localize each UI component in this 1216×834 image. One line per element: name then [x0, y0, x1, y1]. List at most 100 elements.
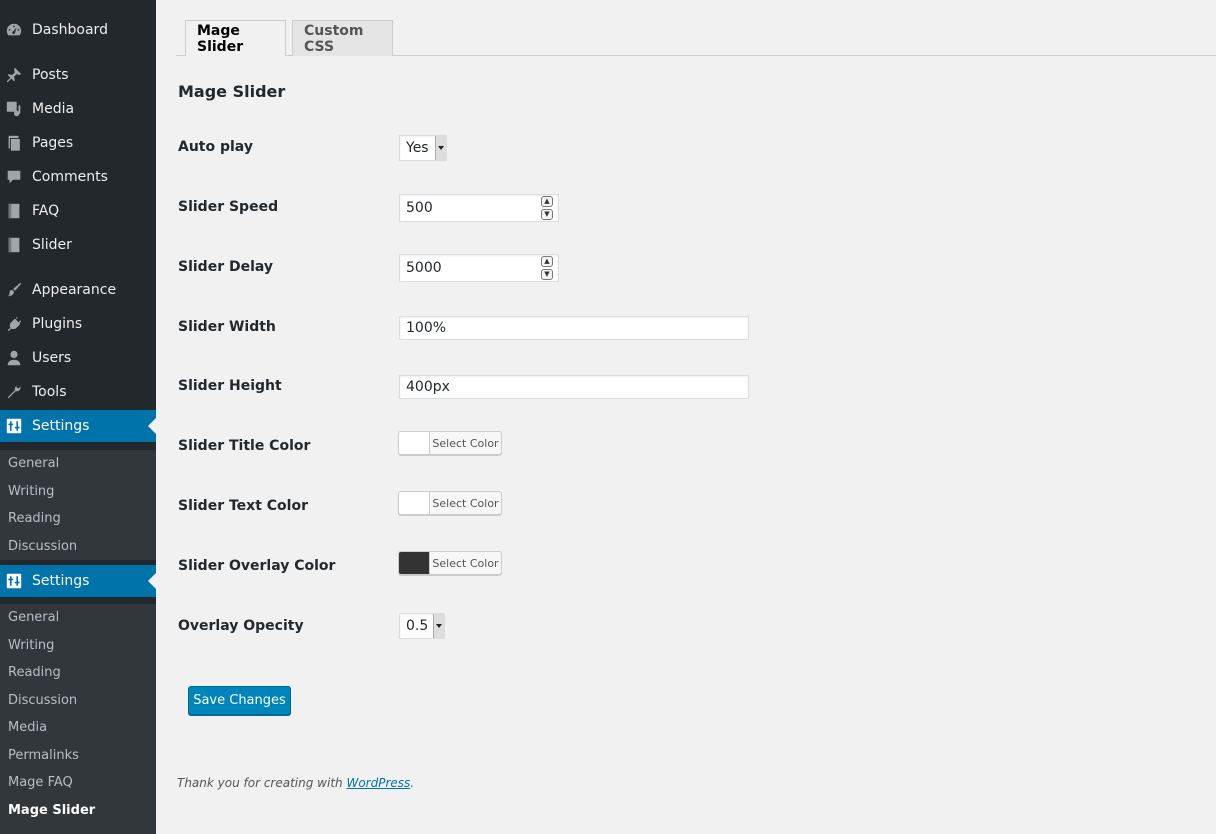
- pin-icon: [4, 65, 24, 85]
- select-color-label: Select Color: [432, 436, 499, 450]
- sidebar-item-slider[interactable]: Slider: [0, 228, 156, 262]
- media-icon: [4, 99, 24, 119]
- wordpress-link[interactable]: WordPress: [346, 776, 410, 790]
- sidebar-item-appearance[interactable]: Appearance: [0, 273, 156, 307]
- sidebar-item-tools[interactable]: Tools: [0, 375, 156, 409]
- sidebar-item-label: Slider: [32, 237, 72, 253]
- dropdown-arrow-icon: [433, 614, 444, 638]
- overlay-opacity-value: 0.5: [406, 618, 429, 634]
- admin-sidebar: Dashboard Posts Media Pages Comments FAQ: [0, 0, 156, 834]
- title-color-label: Slider Title Color: [178, 438, 311, 454]
- save-changes-button[interactable]: Save Changes: [188, 686, 291, 715]
- spin-up-icon[interactable]: ▲: [541, 256, 553, 267]
- auto-play-label: Auto play: [178, 139, 253, 155]
- submenu-writing[interactable]: Writing: [0, 478, 156, 506]
- text-color-label: Slider Text Color: [178, 498, 308, 514]
- submenu-reading[interactable]: Reading: [0, 659, 156, 687]
- overlay-opacity-select[interactable]: 0.5: [399, 613, 445, 639]
- settings-submenu: General Writing Reading Discussion: [0, 450, 156, 560]
- spin-up-icon[interactable]: ▲: [541, 196, 553, 207]
- slider-height-input[interactable]: 400px: [399, 375, 749, 399]
- sidebar-item-label: Comments: [32, 169, 108, 185]
- sidebar-item-label: Settings: [32, 573, 90, 589]
- brush-icon: [4, 280, 24, 300]
- overlay-color-swatch: [399, 552, 430, 574]
- sidebar-item-label: Media: [32, 101, 75, 117]
- spin-down-icon[interactable]: ▼: [541, 209, 553, 220]
- submenu-general[interactable]: General: [0, 604, 156, 632]
- tab-mage-slider[interactable]: Mage Slider: [185, 20, 286, 56]
- comment-icon: [4, 167, 24, 187]
- slider-width-input[interactable]: 100%: [399, 316, 749, 340]
- overlay-color-button[interactable]: Select Color: [398, 551, 502, 575]
- settings-submenu-2: General Writing Reading Discussion Media…: [0, 604, 156, 834]
- sidebar-item-label: Users: [32, 350, 72, 366]
- slider-speed-label: Slider Speed: [178, 199, 279, 215]
- footer-suffix: .: [410, 776, 415, 790]
- submenu-media[interactable]: Media: [0, 714, 156, 742]
- select-color-label: Select Color: [432, 496, 499, 510]
- submenu-general[interactable]: General: [0, 450, 156, 478]
- dropdown-arrow-icon: [435, 136, 446, 160]
- auto-play-value: Yes: [406, 140, 429, 156]
- submenu-discussion[interactable]: Discussion: [0, 687, 156, 715]
- sidebar-item-posts[interactable]: Posts: [0, 58, 156, 92]
- overlay-opacity-label: Overlay Opecity: [178, 618, 304, 634]
- sidebar-item-media[interactable]: Media: [0, 92, 156, 126]
- submenu-permalinks[interactable]: Permalinks: [0, 742, 156, 770]
- sidebar-item-users[interactable]: Users: [0, 341, 156, 375]
- sidebar-item-settings[interactable]: Settings: [0, 410, 156, 442]
- dashboard-icon: [4, 20, 24, 40]
- user-icon: [4, 348, 24, 368]
- title-color-button[interactable]: Select Color: [398, 431, 502, 455]
- sidebar-item-label: Pages: [32, 135, 74, 151]
- wrench-icon: [4, 382, 24, 402]
- slider-width-value: 100%: [406, 320, 447, 336]
- settings-icon: [4, 416, 24, 436]
- submenu-reading[interactable]: Reading: [0, 505, 156, 533]
- sidebar-item-label: Posts: [32, 67, 69, 83]
- submenu-mage-faq[interactable]: Mage FAQ: [0, 769, 156, 797]
- sidebar-item-label: Tools: [32, 384, 67, 400]
- spin-down-icon[interactable]: ▼: [541, 269, 553, 280]
- submenu-writing[interactable]: Writing: [0, 632, 156, 660]
- slider-delay-spinner: ▲ ▼: [541, 256, 554, 280]
- plugin-icon: [4, 314, 24, 334]
- slider-width-label: Slider Width: [178, 319, 276, 335]
- text-color-button[interactable]: Select Color: [398, 491, 502, 515]
- overlay-color-label: Slider Overlay Color: [178, 558, 336, 574]
- sidebar-item-label: Settings: [32, 418, 90, 434]
- slider-speed-input[interactable]: 500 ▲ ▼: [399, 194, 559, 222]
- main-content: Mage Slider Custom CSS Mage Slider Auto …: [156, 0, 1216, 834]
- slider-delay-input[interactable]: 5000 ▲ ▼: [399, 254, 559, 282]
- sidebar-item-label: Plugins: [32, 316, 83, 332]
- sidebar-item-settings-2[interactable]: Settings: [0, 565, 156, 597]
- sidebar-item-label: Appearance: [32, 282, 117, 298]
- title-color-swatch: [399, 432, 430, 454]
- sidebar-item-comments[interactable]: Comments: [0, 160, 156, 194]
- select-color-label: Select Color: [432, 556, 499, 570]
- sidebar-item-faq[interactable]: FAQ: [0, 194, 156, 228]
- footer-prefix: Thank you for creating with: [177, 776, 347, 790]
- settings-icon: [4, 571, 24, 591]
- slider-speed-spinner: ▲ ▼: [541, 196, 554, 220]
- slider-height-value: 400px: [406, 379, 450, 395]
- footer-text: Thank you for creating with WordPress.: [177, 776, 414, 790]
- section-title: Mage Slider: [178, 82, 286, 101]
- slider-delay-label: Slider Delay: [178, 259, 274, 275]
- submenu-mage-slider[interactable]: Mage Slider: [0, 797, 156, 825]
- slider-delay-value: 5000: [406, 260, 442, 276]
- tab-custom-css[interactable]: Custom CSS: [292, 20, 393, 56]
- slider-height-label: Slider Height: [178, 378, 282, 394]
- text-color-swatch: [399, 492, 430, 514]
- sidebar-item-label: Dashboard: [32, 22, 108, 38]
- auto-play-select[interactable]: Yes: [399, 135, 447, 161]
- slider-speed-value: 500: [406, 200, 433, 216]
- sidebar-item-dashboard[interactable]: Dashboard: [0, 13, 156, 47]
- book-icon: [4, 201, 24, 221]
- submenu-discussion[interactable]: Discussion: [0, 533, 156, 561]
- pages-icon: [4, 133, 24, 153]
- sidebar-item-plugins[interactable]: Plugins: [0, 307, 156, 341]
- book-icon: [4, 235, 24, 255]
- sidebar-item-pages[interactable]: Pages: [0, 126, 156, 160]
